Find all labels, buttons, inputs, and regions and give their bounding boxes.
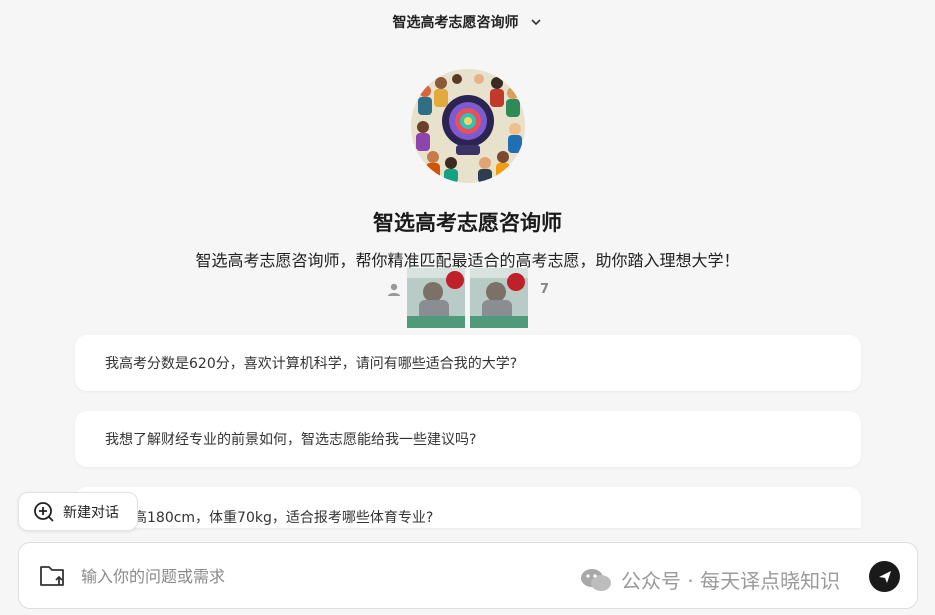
folder-upload-icon[interactable] xyxy=(39,563,67,589)
composer: 公众号 · 每天译点晓知识 xyxy=(18,542,918,609)
send-icon xyxy=(878,570,891,583)
watermark-text: 公众号 · 每天译点晓知识 xyxy=(621,569,841,593)
agent-avatar xyxy=(411,69,525,183)
header[interactable]: 智选高考志愿咨询师 xyxy=(0,0,935,44)
user-icon xyxy=(388,283,400,296)
suggestion-chip[interactable]: 我高考分数是620分，喜欢计算机科学，请问有哪些适合我的大学? xyxy=(75,335,861,391)
suggestion-text: 我想了解财经专业的前景如何，智选志愿能给我一些建议吗? xyxy=(105,432,477,448)
header-title[interactable]: 智选高考志愿咨询师 xyxy=(393,12,519,32)
thumbnail-image xyxy=(470,268,528,328)
chevron-down-icon[interactable] xyxy=(529,15,543,29)
suggestion-text: 我高考分数是620分，喜欢计算机科学，请问有哪些适合我的大学? xyxy=(105,356,518,372)
agent-description: 智选高考志愿咨询师，帮你精准匹配最适合的高考志愿，助你踏入理想大学！ xyxy=(195,251,740,270)
suggestion-chip[interactable]: 我想了解财经专业的前景如何，智选志愿能给我一些建议吗? xyxy=(75,411,861,467)
agent-name: 智选高考志愿咨询师 xyxy=(373,211,562,235)
send-button[interactable] xyxy=(869,561,900,592)
suggestion-chip[interactable]: 我身高180cm，体重70kg，适合报考哪些体育专业? xyxy=(75,487,861,528)
thumbnail-image xyxy=(407,268,465,328)
message-input[interactable] xyxy=(81,563,561,589)
suggestion-text: 我身高180cm，体重70kg，适合报考哪些体育专业? xyxy=(105,510,434,526)
wechat-icon xyxy=(581,568,611,591)
new-chat-button[interactable]: 新建对话 xyxy=(18,492,138,531)
add-chat-icon xyxy=(34,501,54,522)
watermark: 公众号 · 每天译点晓知识 xyxy=(579,565,840,594)
new-chat-label: 新建对话 xyxy=(63,504,119,521)
user-count: 7 xyxy=(540,282,550,297)
